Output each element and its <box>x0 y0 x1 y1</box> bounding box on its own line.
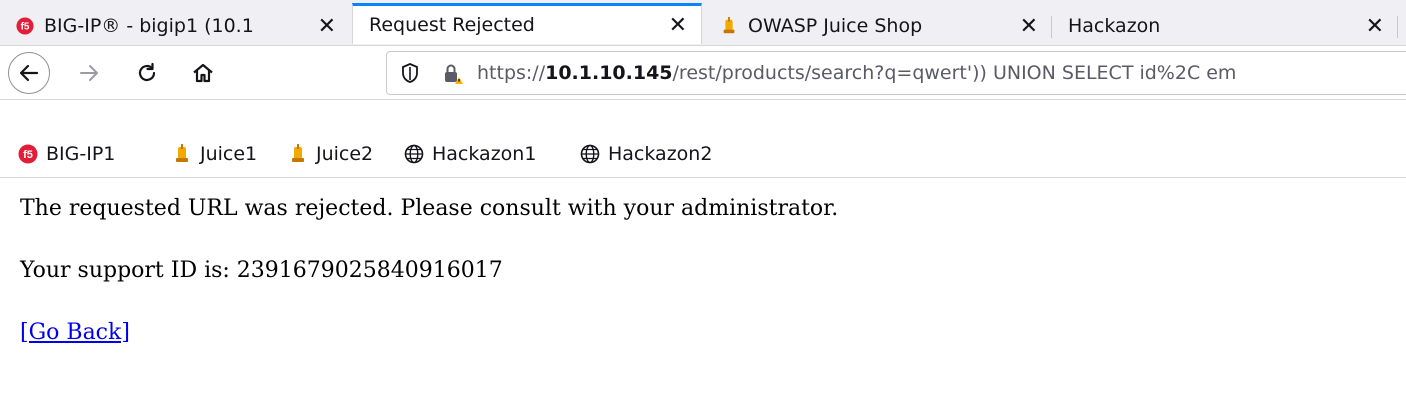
nav-bar: https://10.1.10.145/rest/products/search… <box>0 46 1406 100</box>
reload-icon <box>138 62 156 82</box>
bookmark-bigip1[interactable]: f5 BIG-IP1 <box>18 140 115 168</box>
back-button[interactable] <box>8 52 50 94</box>
forward-button[interactable] <box>70 54 108 92</box>
bookmark-label: Juice1 <box>200 143 258 165</box>
url-host: 10.1.10.145 <box>545 62 673 84</box>
arrow-right-icon <box>80 65 98 81</box>
close-icon[interactable]: ✕ <box>318 14 336 39</box>
globe-icon <box>580 144 600 164</box>
tab-label: Request Rejected <box>369 14 535 36</box>
reload-button[interactable] <box>128 54 166 92</box>
bookmark-label: Hackazon1 <box>432 143 537 165</box>
tab-label: Hackazon <box>1068 15 1161 37</box>
f5-icon: f5 <box>18 144 38 164</box>
home-button[interactable] <box>184 54 222 92</box>
juice-icon <box>292 144 304 162</box>
close-icon[interactable]: ✕ <box>1020 14 1038 39</box>
tab-juice-shop[interactable]: OWASP Juice Shop ✕ <box>704 6 1052 46</box>
bookmark-juice1[interactable]: Juice1 <box>172 140 257 168</box>
bookmark-hackazon1[interactable]: Hackazon1 <box>404 140 536 168</box>
url-text: https://10.1.10.145/rest/products/search… <box>477 62 1236 84</box>
juice-icon <box>176 144 188 162</box>
juice-icon <box>723 17 735 34</box>
tab-label: OWASP Juice Shop <box>748 15 923 37</box>
tab-label: BIG-IP® - bigip1 (10.1 <box>44 15 254 37</box>
globe-icon <box>404 144 424 164</box>
tab-request-rejected[interactable]: Request Rejected ✕ <box>352 3 702 44</box>
home-icon <box>193 63 213 83</box>
close-icon[interactable]: ✕ <box>1366 14 1384 39</box>
shield-icon[interactable] <box>399 62 421 84</box>
tab-separator <box>1397 16 1398 38</box>
lock-warning-icon[interactable] <box>441 62 463 84</box>
svg-text:f5: f5 <box>21 22 30 33</box>
url-path: /rest/products/search?q=qwert')) UNION S… <box>672 62 1237 84</box>
url-scheme: https:// <box>477 62 546 84</box>
bookmark-label: BIG-IP1 <box>46 143 116 165</box>
bookmark-label: Juice2 <box>316 143 374 165</box>
arrow-left-icon <box>19 64 39 82</box>
go-back-link[interactable]: [Go Back] <box>20 320 130 345</box>
bookmark-hackazon2[interactable]: Hackazon2 <box>580 140 712 168</box>
f5-icon: f5 <box>16 17 34 35</box>
close-icon[interactable]: ✕ <box>669 13 687 38</box>
bookmarks-bar: f5 BIG-IP1 Juice1 Juice2 Hackazon1 Hacka… <box>0 100 1406 178</box>
tab-bigip[interactable]: f5 BIG-IP® - bigip1 (10.1 ✕ <box>0 6 350 46</box>
bookmark-label: Hackazon2 <box>608 143 713 165</box>
support-id: Your support ID is: 2391679025840916017 <box>20 258 503 283</box>
url-bar[interactable]: https://10.1.10.145/rest/products/search… <box>386 51 1406 95</box>
svg-text:f5: f5 <box>23 149 33 161</box>
tab-hackazon[interactable]: Hackazon ✕ <box>1052 6 1398 46</box>
rejection-message: The requested URL was rejected. Please c… <box>20 196 839 221</box>
bookmark-juice2[interactable]: Juice2 <box>288 140 373 168</box>
tab-strip: f5 BIG-IP® - bigip1 (10.1 ✕ Request Reje… <box>0 0 1406 46</box>
